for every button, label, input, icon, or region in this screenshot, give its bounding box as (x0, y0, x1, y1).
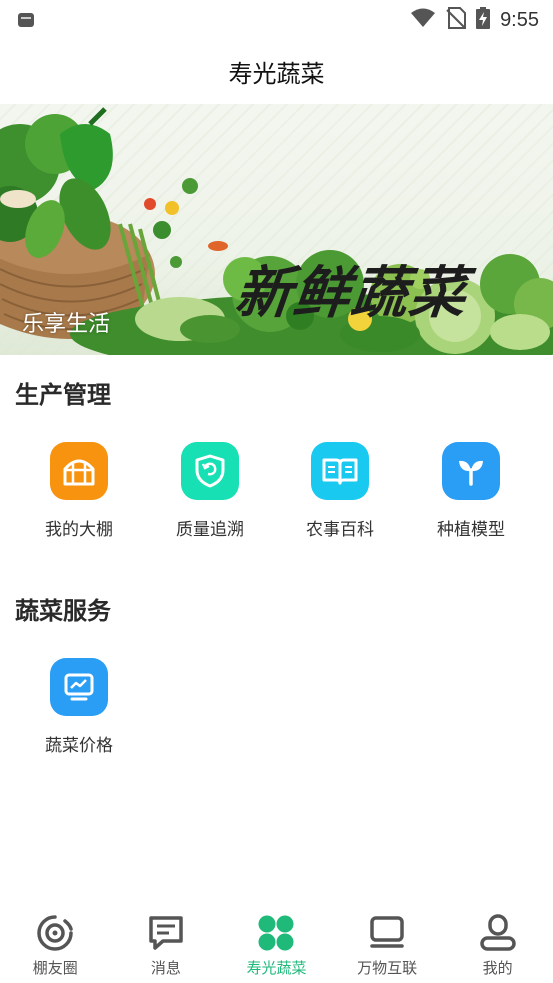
banner-headline: 新鲜蔬菜 (232, 260, 471, 326)
nav-item-mine[interactable]: 我的 (442, 903, 553, 983)
status-time: 9:55 (500, 8, 539, 31)
nav-item-shouguang-vegetables[interactable]: 寿光蔬菜 (221, 903, 332, 983)
nav-item-iot[interactable]: 万物互联 (332, 903, 443, 983)
grid-label: 我的大棚 (45, 520, 113, 540)
nav-item-circle[interactable]: 棚友圈 (0, 903, 111, 983)
sprout-icon (442, 442, 500, 500)
greenhouse-icon (50, 442, 108, 500)
grid-label: 农事百科 (306, 520, 374, 540)
notification-app-icon (18, 13, 34, 27)
monitor-icon (367, 913, 407, 953)
title-bar: 寿光蔬菜 (0, 40, 553, 102)
nav-item-messages[interactable]: 消息 (111, 903, 222, 983)
grid-label: 种植模型 (437, 520, 505, 540)
grid-item-vegetable-price[interactable]: 蔬菜价格 (19, 658, 139, 756)
nav-label: 我的 (482, 959, 513, 977)
banner-caption: 乐享生活 (22, 312, 111, 337)
grid-label: 质量追溯 (176, 520, 244, 540)
message-icon (146, 913, 186, 953)
page-title: 寿光蔬菜 (228, 59, 325, 88)
grid-item-farming-encyclopedia[interactable]: 农事百科 (280, 442, 400, 540)
nav-label: 棚友圈 (32, 959, 78, 977)
grid-label: 蔬菜价格 (45, 736, 113, 756)
four-leaf-icon (256, 913, 296, 953)
nav-label: 消息 (150, 959, 181, 977)
battery-charging-icon (476, 7, 491, 33)
open-book-icon (311, 442, 369, 500)
no-sim-icon (446, 7, 467, 33)
wifi-icon (410, 8, 436, 32)
section-title-vegetable-service: 蔬菜服务 (15, 597, 111, 625)
bottom-navigation: 棚友圈 消息 寿光蔬菜 万物互联 我的 (0, 903, 553, 983)
user-icon (478, 913, 518, 953)
nav-label: 万物互联 (357, 959, 418, 977)
grid-item-my-greenhouse[interactable]: 我的大棚 (19, 442, 139, 540)
grid-item-quality-trace[interactable]: 质量追溯 (150, 442, 270, 540)
grid-item-planting-model[interactable]: 种植模型 (411, 442, 531, 540)
section-title-production: 生产管理 (15, 381, 111, 409)
circle-feed-icon (35, 913, 75, 953)
trace-shield-icon (181, 442, 239, 500)
status-bar: 9:55 (0, 0, 553, 40)
nav-label: 寿光蔬菜 (246, 959, 307, 977)
price-chart-icon (50, 658, 108, 716)
